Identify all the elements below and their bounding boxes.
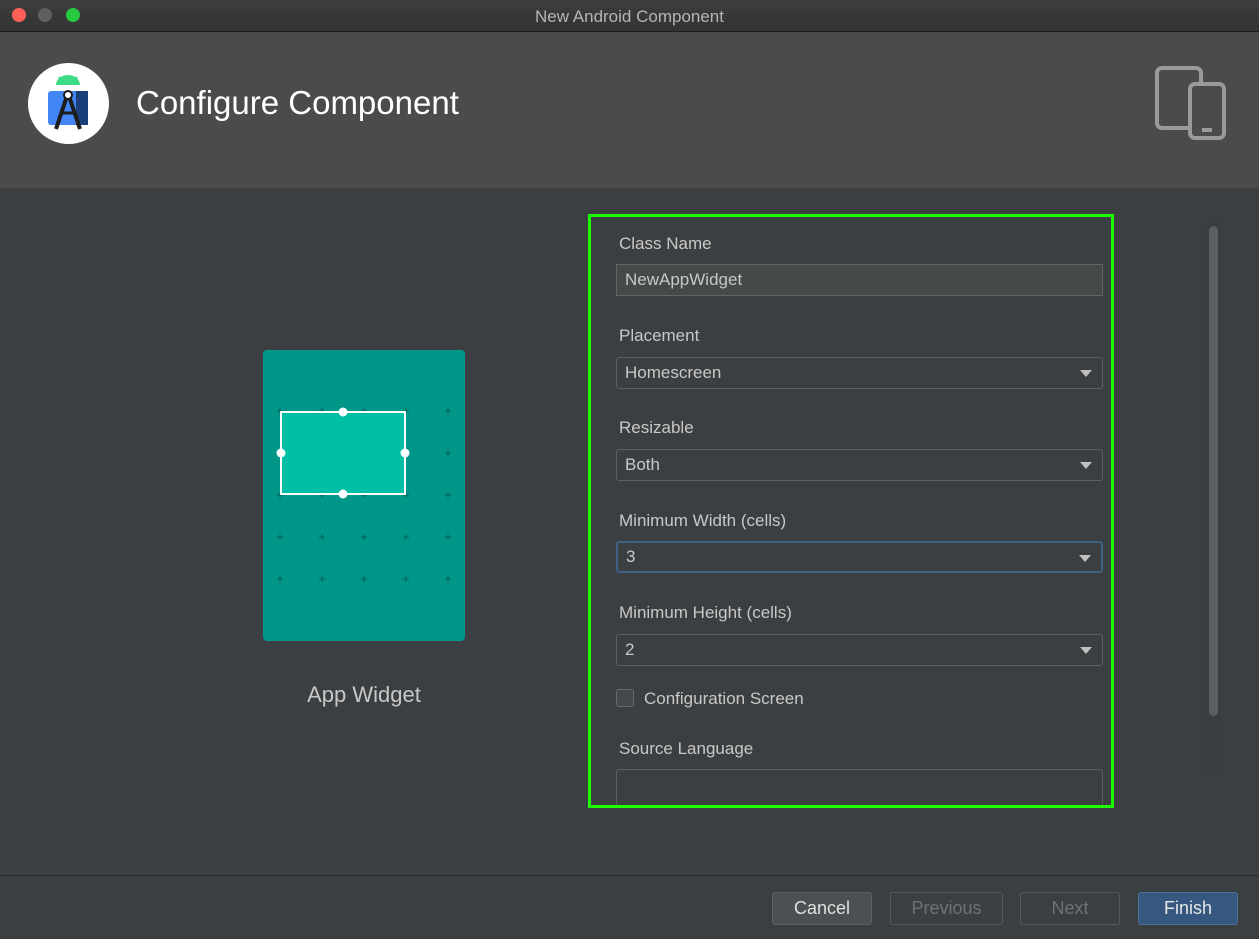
page-title: Configure Component xyxy=(136,84,459,121)
configuration-screen-checkbox[interactable] xyxy=(616,689,634,707)
chevron-down-icon xyxy=(1080,370,1092,377)
previous-button[interactable]: Previous xyxy=(890,892,1003,925)
dialog-header: Configure Component xyxy=(0,32,1259,188)
tablet-phone-icon xyxy=(1155,66,1226,140)
resizable-select[interactable]: Both xyxy=(616,449,1103,481)
min-height-value: 2 xyxy=(625,640,635,659)
resizable-value: Both xyxy=(625,455,660,474)
widget-grid-illustration xyxy=(276,407,451,582)
configuration-screen-label[interactable]: Configuration Screen xyxy=(644,689,804,709)
finish-button[interactable]: Finish xyxy=(1138,892,1238,925)
source-language-select[interactable] xyxy=(616,769,1103,805)
configuration-form: Class Name NewAppWidget Placement Homesc… xyxy=(588,214,1114,808)
app-widget-preview xyxy=(263,350,465,641)
class-name-input[interactable]: NewAppWidget xyxy=(616,264,1103,296)
android-studio-icon xyxy=(48,75,88,130)
window-title: New Android Component xyxy=(534,7,724,26)
resize-handle xyxy=(338,489,348,499)
placement-label: Placement xyxy=(619,326,700,345)
cancel-button[interactable]: Cancel xyxy=(772,892,872,925)
chevron-down-icon xyxy=(1079,555,1091,562)
chevron-down-icon xyxy=(1080,647,1092,654)
footer-divider xyxy=(0,875,1259,876)
placement-select[interactable]: Homescreen xyxy=(616,357,1103,389)
min-width-label: Minimum Width (cells) xyxy=(619,511,787,530)
chevron-down-icon xyxy=(1080,462,1092,469)
form-scrollbar[interactable] xyxy=(1206,222,1222,774)
scrollbar-thumb[interactable] xyxy=(1209,226,1218,716)
class-name-label: Class Name xyxy=(619,234,712,253)
min-width-value: 3 xyxy=(626,547,636,566)
min-height-select[interactable]: 2 xyxy=(616,634,1103,666)
resize-handle xyxy=(400,448,410,458)
android-studio-logo xyxy=(28,63,109,144)
next-button[interactable]: Next xyxy=(1020,892,1120,925)
widget-rect xyxy=(280,411,406,495)
resize-handle xyxy=(338,407,348,417)
title-bar: New Android Component xyxy=(0,0,1259,32)
source-language-label: Source Language xyxy=(619,739,754,758)
placement-value: Homescreen xyxy=(625,363,722,382)
preview-label: App Widget xyxy=(307,682,421,707)
resizable-label: Resizable xyxy=(619,418,694,437)
resize-handle xyxy=(276,448,286,458)
min-height-label: Minimum Height (cells) xyxy=(619,603,792,622)
min-width-select[interactable]: 3 xyxy=(616,541,1103,573)
